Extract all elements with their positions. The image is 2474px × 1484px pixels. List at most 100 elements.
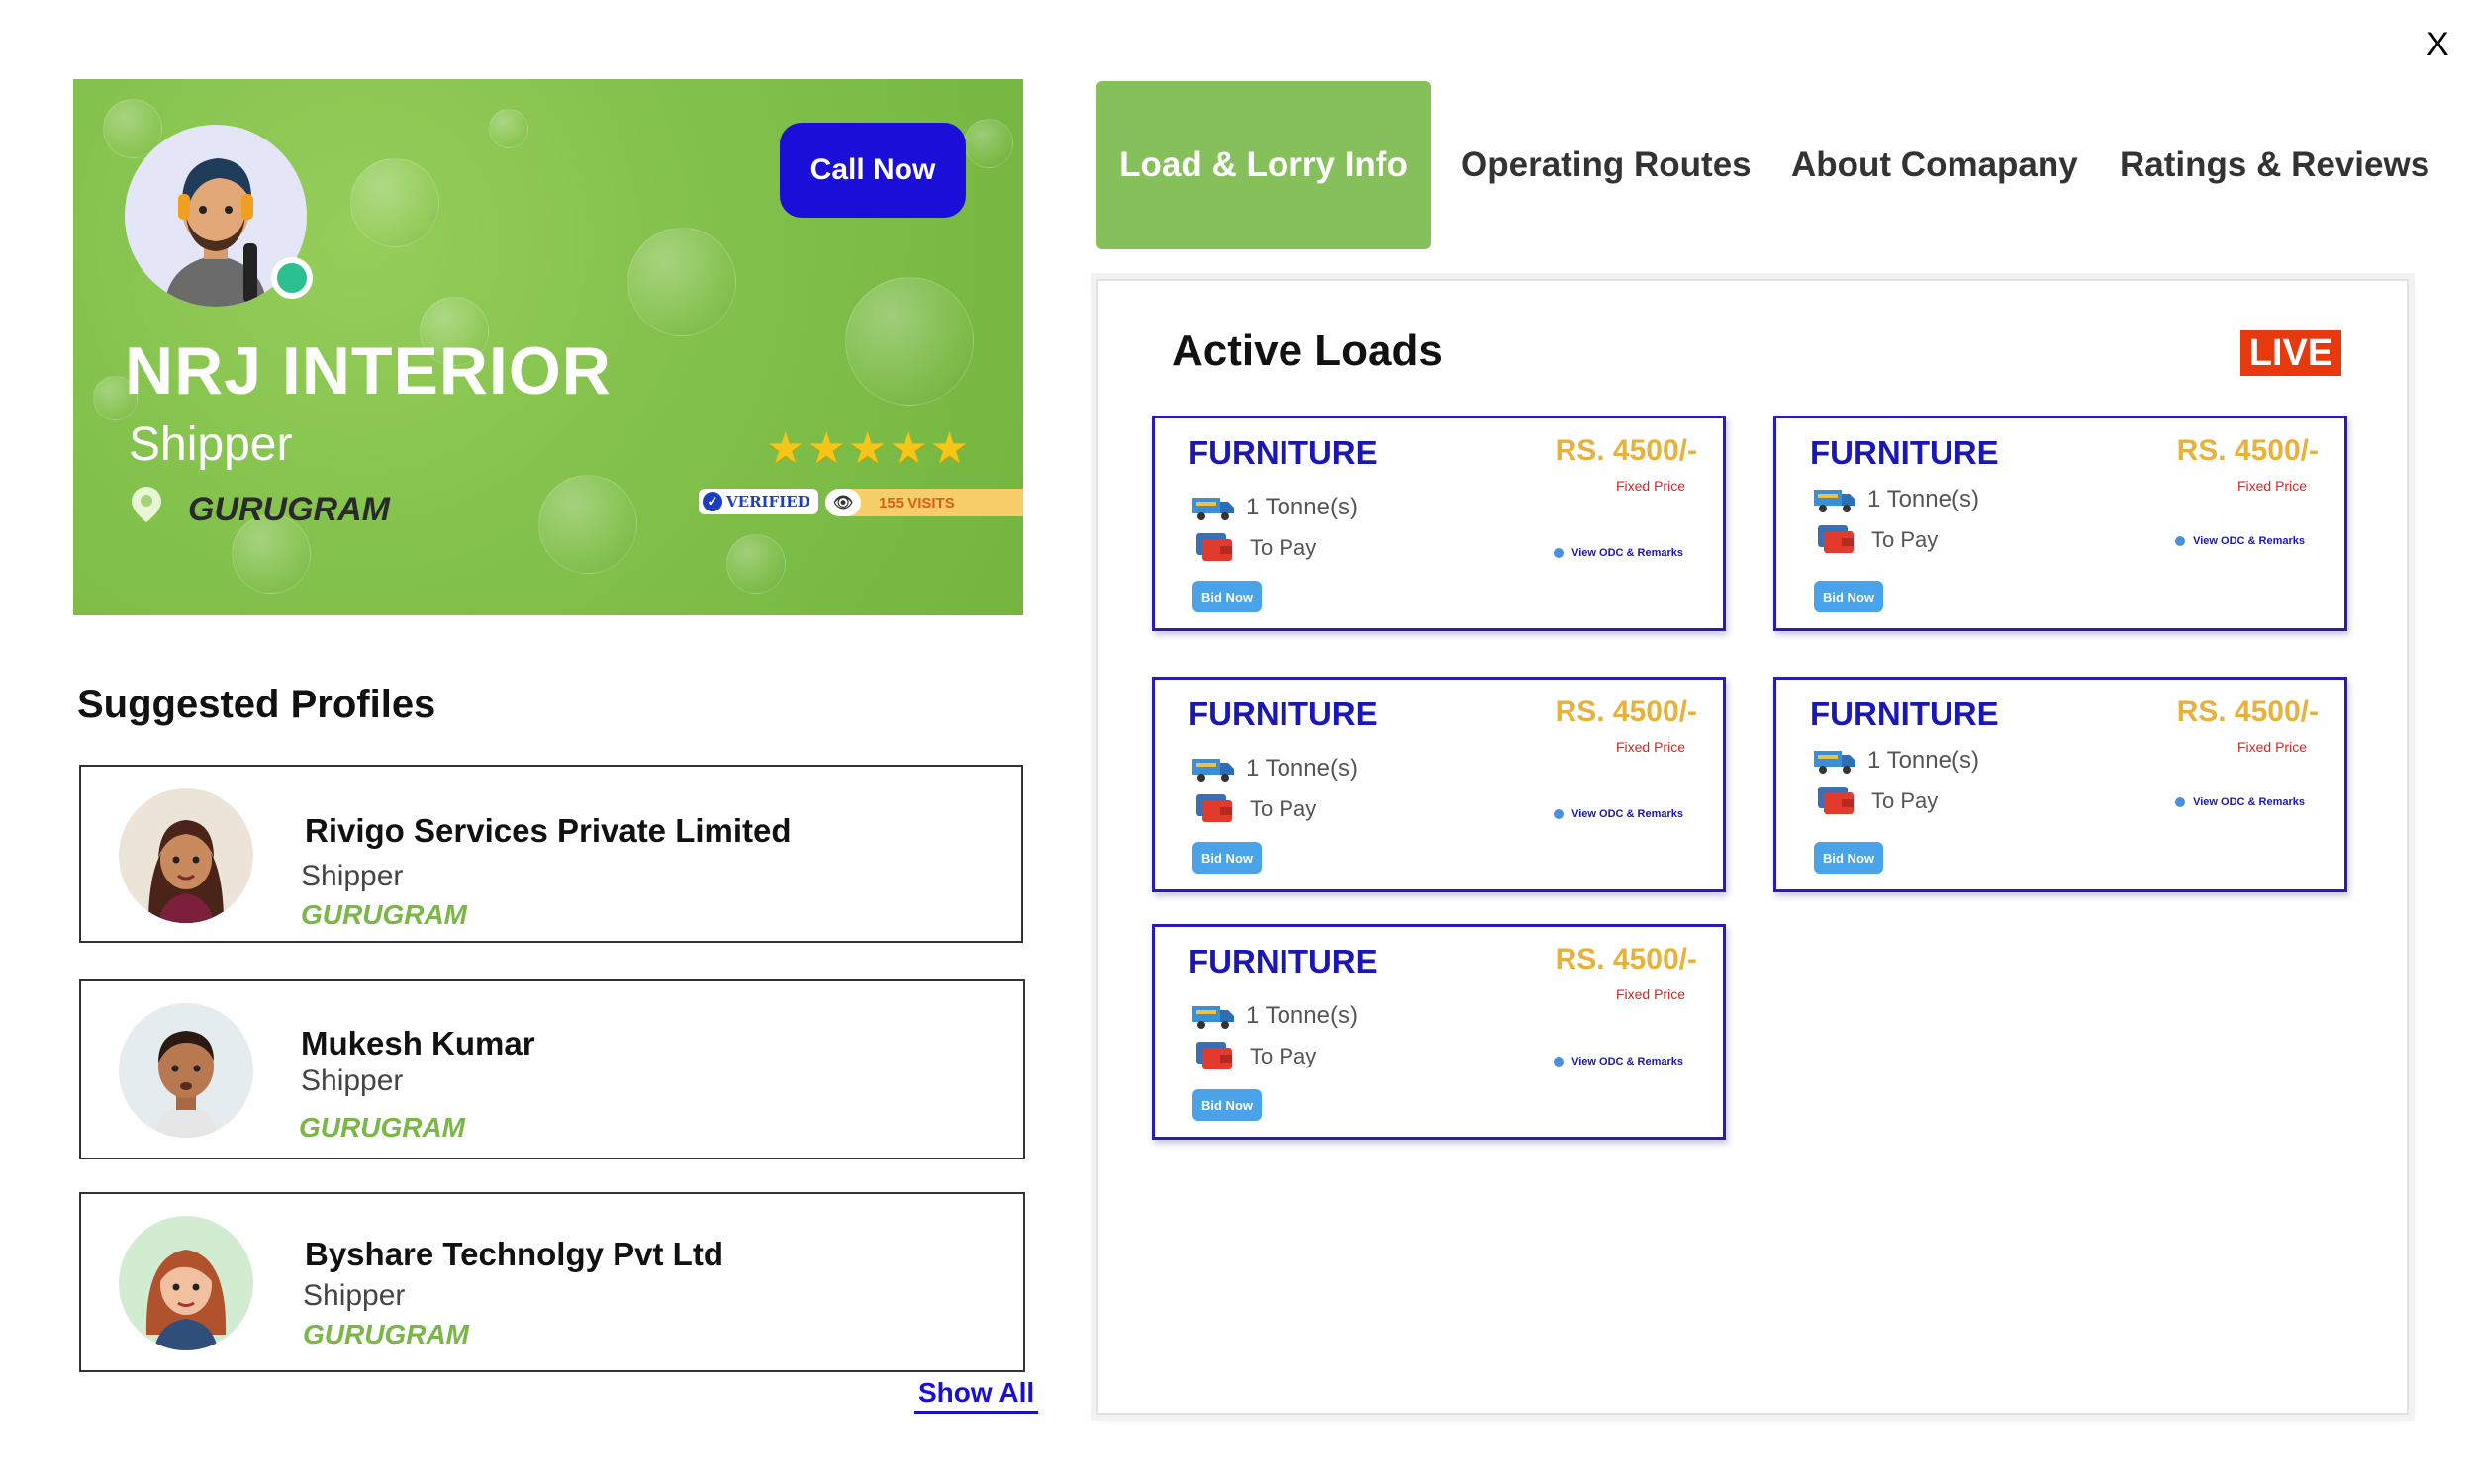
load-weight: 1 Tonne(s) — [1867, 747, 1979, 774]
avatar — [119, 788, 253, 923]
suggested-profile-role: Shipper — [301, 860, 404, 892]
verified-badge: ✓ VERIFIED — [699, 489, 818, 514]
view-odc-label: View ODC & Remarks — [2193, 796, 2305, 808]
load-title: FURNITURE — [1810, 696, 1999, 732]
price-type: Fixed Price — [1615, 986, 1685, 1002]
truck-icon — [1814, 490, 1856, 512]
load-weight: 1 Tonne(s) — [1246, 1002, 1358, 1029]
avatar-illustration — [119, 788, 253, 923]
view-odc-link[interactable]: View ODC & Remarks — [1554, 547, 1683, 559]
suggested-profile-name: Mukesh Kumar — [301, 1025, 535, 1062]
truck-icon — [1192, 1006, 1234, 1029]
load-card[interactable]: FURNITURE RS. 4500/- Fixed Price 1 Tonne… — [1773, 677, 2347, 892]
suggested-profile-card[interactable]: Byshare Technolgy Pvt Ltd Shipper GURUGR… — [79, 1192, 1025, 1372]
view-odc-link[interactable]: View ODC & Remarks — [1554, 808, 1683, 820]
bid-now-button[interactable]: Bid Now — [1814, 842, 1883, 874]
rating-stars: ★★★★★ — [766, 424, 972, 473]
suggested-profile-card[interactable]: Rivigo Services Private Limited Shipper … — [79, 765, 1023, 943]
online-status-indicator — [271, 257, 313, 299]
view-odc-label: View ODC & Remarks — [1571, 1056, 1683, 1067]
load-title: FURNITURE — [1189, 434, 1378, 471]
show-all-link[interactable]: Show All — [914, 1377, 1039, 1414]
verified-label: VERIFIED — [726, 493, 810, 510]
info-icon — [1554, 1057, 1565, 1067]
bubble-decoration — [538, 475, 637, 574]
suggested-profile-name: Rivigo Services Private Limited — [305, 812, 792, 849]
eye-icon: 👁 — [825, 489, 861, 516]
visits-badge: 👁 155 VISITS — [825, 489, 1023, 516]
suggested-profile-city: GURUGRAM — [299, 1112, 465, 1143]
load-price: RS. 4500/- — [2176, 696, 2319, 728]
bid-now-button[interactable]: Bid Now — [1192, 581, 1262, 612]
call-now-button[interactable]: Call Now — [780, 123, 966, 218]
view-odc-label: View ODC & Remarks — [1571, 808, 1683, 820]
price-type: Fixed Price — [2236, 739, 2307, 755]
wallet-icon — [1196, 1042, 1232, 1069]
info-icon — [2175, 797, 2186, 807]
suggested-profile-role: Shipper — [301, 1065, 404, 1097]
wallet-icon — [1196, 533, 1232, 561]
load-price: RS. 4500/- — [1555, 943, 1697, 975]
view-odc-link[interactable]: View ODC & Remarks — [1554, 1056, 1683, 1067]
wallet-icon — [1818, 787, 1854, 814]
load-weight: 1 Tonne(s) — [1867, 486, 1979, 512]
view-odc-label: View ODC & Remarks — [1571, 547, 1683, 559]
suggested-profile-city: GURUGRAM — [301, 899, 467, 930]
company-name: NRJ INTERIOR — [125, 333, 612, 409]
load-price: RS. 4500/- — [1555, 696, 1697, 728]
load-price: RS. 4500/- — [2176, 434, 2319, 467]
bid-now-button[interactable]: Bid Now — [1192, 1089, 1262, 1121]
load-weight: 1 Tonne(s) — [1246, 755, 1358, 782]
bid-now-button[interactable]: Bid Now — [1192, 842, 1262, 874]
view-odc-label: View ODC & Remarks — [2193, 535, 2305, 547]
suggested-profile-name: Byshare Technolgy Pvt Ltd — [305, 1236, 723, 1272]
payment-type: To Pay — [1250, 535, 1317, 560]
location-pin-icon — [132, 487, 161, 522]
bubble-decoration — [350, 158, 439, 247]
load-title: FURNITURE — [1189, 943, 1378, 979]
price-type: Fixed Price — [2236, 478, 2307, 494]
view-odc-link[interactable]: View ODC & Remarks — [2175, 535, 2305, 547]
load-card[interactable]: FURNITURE RS. 4500/- Fixed Price 1 Tonne… — [1773, 416, 2347, 631]
payment-type: To Pay — [1871, 788, 1939, 813]
load-card[interactable]: FURNITURE RS. 4500/- Fixed Price 1 Tonne… — [1152, 924, 1726, 1140]
price-type: Fixed Price — [1615, 739, 1685, 755]
load-title: FURNITURE — [1810, 434, 1999, 471]
truck-icon — [1192, 498, 1234, 520]
view-odc-link[interactable]: View ODC & Remarks — [2175, 796, 2305, 808]
info-icon — [1554, 548, 1565, 558]
company-role: Shipper — [129, 418, 293, 471]
verified-check-icon: ✓ — [703, 492, 722, 511]
bubble-decoration — [845, 277, 974, 406]
suggested-profile-city: GURUGRAM — [303, 1319, 469, 1349]
close-icon[interactable]: X — [2426, 28, 2449, 61]
payment-type: To Pay — [1250, 796, 1317, 821]
load-title: FURNITURE — [1189, 696, 1378, 732]
avatar — [119, 1003, 253, 1138]
load-price: RS. 4500/- — [1555, 434, 1697, 467]
bid-now-button[interactable]: Bid Now — [1814, 581, 1883, 612]
company-city: GURUGRAM — [188, 491, 390, 528]
truck-icon — [1814, 751, 1856, 774]
wallet-icon — [1818, 525, 1854, 553]
suggested-profiles-title: Suggested Profiles — [77, 683, 436, 726]
visits-label: 155 VISITS — [879, 494, 955, 511]
info-icon — [2175, 536, 2186, 546]
load-card[interactable]: FURNITURE RS. 4500/- Fixed Price 1 Tonne… — [1152, 416, 1726, 631]
load-weight: 1 Tonne(s) — [1246, 494, 1358, 520]
info-icon — [1554, 809, 1565, 819]
bubble-decoration — [726, 534, 786, 594]
tab-about-company[interactable]: About Comapany — [1791, 81, 2078, 249]
active-loads-title: Active Loads — [1172, 326, 1443, 375]
price-type: Fixed Price — [1615, 478, 1685, 494]
live-badge: LIVE — [2240, 330, 2341, 376]
suggested-profile-role: Shipper — [303, 1279, 406, 1312]
load-card[interactable]: FURNITURE RS. 4500/- Fixed Price 1 Tonne… — [1152, 677, 1726, 892]
tab-ratings-reviews[interactable]: Ratings & Reviews — [2120, 81, 2429, 249]
tab-load-lorry-info[interactable]: Load & Lorry Info — [1096, 81, 1431, 249]
suggested-profile-card[interactable]: Mukesh Kumar Shipper GURUGRAM — [79, 979, 1025, 1159]
payment-type: To Pay — [1871, 527, 1939, 552]
tab-operating-routes[interactable]: Operating Routes — [1461, 81, 1752, 249]
avatar-illustration — [119, 1216, 253, 1350]
profile-card: Call Now NRJ INTERIOR Shipper GURUGRAM ★… — [73, 79, 1023, 615]
